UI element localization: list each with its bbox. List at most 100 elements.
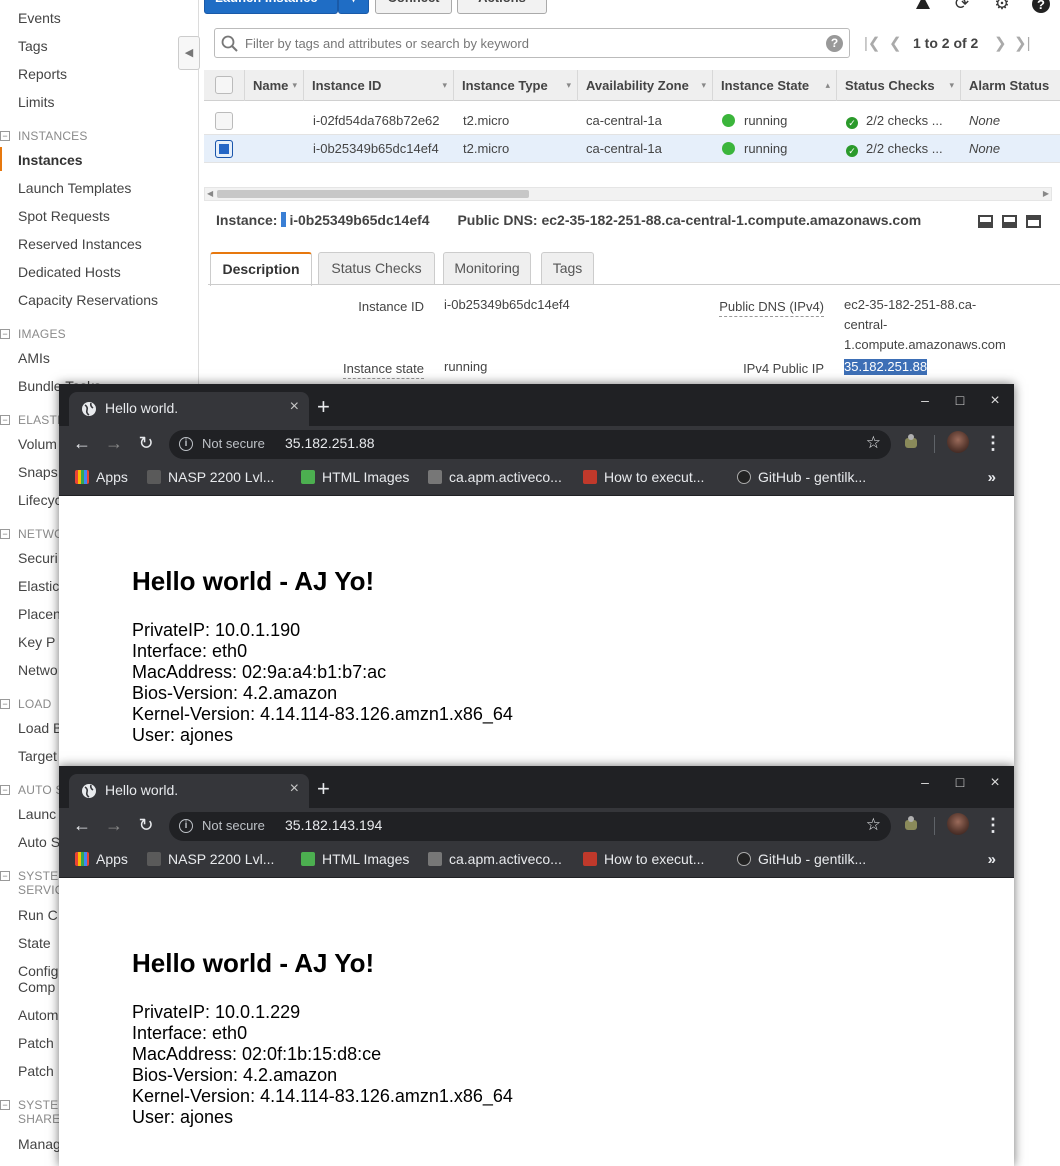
panel-middle-icon[interactable]	[1002, 215, 1017, 228]
minimize-icon[interactable]: –	[915, 392, 935, 408]
bookmark-star-icon[interactable]: ☆	[866, 815, 881, 835]
last-page-icon[interactable]: ❯|	[1014, 34, 1030, 52]
menu-dots-icon[interactable]: ⋮	[984, 814, 1002, 836]
bookmark-how-to-execute[interactable]: How to execut...	[583, 469, 704, 489]
column-header-name[interactable]: Name ▾	[245, 70, 304, 101]
sidebar-item-lifecycle[interactable]: Lifecyc	[18, 492, 62, 508]
sidebar-item-managed-instances[interactable]: Manag	[18, 1136, 61, 1152]
scrollbar-thumb[interactable]	[217, 190, 529, 198]
table-row[interactable]: i-02fd54da768b72e62 t2.micro ca-central-…	[204, 107, 1060, 135]
sidebar-item-amis[interactable]: AMIs	[18, 350, 50, 366]
address-bar[interactable]: i Not secure 35.182.143.194 ☆	[169, 812, 891, 841]
url-text[interactable]: 35.182.251.88	[285, 435, 375, 451]
tab-monitoring[interactable]: Monitoring	[443, 252, 531, 285]
sidebar-item-placement-groups[interactable]: Placen	[18, 606, 61, 622]
bookmark-ca-apm[interactable]: ca.apm.activeco...	[428, 851, 562, 871]
next-page-icon[interactable]: ❯	[994, 34, 1007, 52]
column-header-instance-type[interactable]: Instance Type ▾	[454, 70, 578, 101]
help-icon[interactable]: ?	[1030, 0, 1052, 16]
sidebar-item-spot-requests[interactable]: Spot Requests	[18, 208, 110, 224]
reload-icon[interactable]: ↻	[135, 814, 157, 836]
reload-icon[interactable]: ↻	[135, 432, 157, 454]
flask-icon[interactable]	[912, 0, 934, 16]
forward-icon[interactable]: →	[103, 814, 125, 836]
table-row[interactable]: i-0b25349b65dc14ef4 t2.micro ca-central-…	[204, 135, 1060, 163]
new-tab-icon[interactable]: +	[317, 776, 330, 802]
extension-icon[interactable]	[901, 433, 921, 453]
bookmark-apps[interactable]: Apps	[75, 469, 128, 489]
address-bar[interactable]: i Not secure 35.182.251.88 ☆	[169, 430, 891, 459]
close-tab-icon[interactable]: ×	[290, 398, 299, 416]
sidebar-item-events[interactable]: Events	[18, 10, 61, 26]
close-tab-icon[interactable]: ×	[290, 780, 299, 798]
ipv4-public-ip-value[interactable]: 35.182.251.88	[844, 359, 928, 375]
sidebar-item-launch-configurations[interactable]: Launc	[18, 806, 56, 822]
tab-description[interactable]: Description	[210, 252, 312, 286]
sidebar-item-elastic-ips[interactable]: Elastic	[18, 578, 59, 594]
actions-button[interactable]: Actions	[457, 0, 547, 14]
bookmark-html-images[interactable]: HTML Images	[301, 469, 409, 489]
prev-page-icon[interactable]: ❮	[889, 34, 902, 52]
bookmark-ca-apm[interactable]: ca.apm.activeco...	[428, 469, 562, 489]
scroll-right-icon[interactable]: ▶	[1043, 188, 1049, 200]
back-icon[interactable]: ←	[71, 432, 93, 454]
launch-dropdown-button[interactable]: ▾	[338, 0, 369, 14]
tab-tags[interactable]: Tags	[541, 252, 594, 285]
sidebar-item-security-groups[interactable]: Securi	[18, 550, 58, 566]
close-window-icon[interactable]: ×	[985, 774, 1005, 792]
collapse-toggle-icon[interactable]: −	[0, 1100, 10, 1110]
avatar[interactable]	[947, 813, 969, 835]
avatar[interactable]	[947, 431, 969, 453]
launch-instance-button[interactable]: Launch Instance	[204, 0, 338, 14]
sidebar-item-key-pairs[interactable]: Key P	[18, 634, 55, 650]
column-header-alarm-status[interactable]: Alarm Status	[961, 70, 1060, 101]
extension-icon[interactable]	[901, 815, 921, 835]
collapse-toggle-icon[interactable]: −	[0, 131, 10, 141]
collapse-toggle-icon[interactable]: −	[0, 529, 10, 539]
scroll-left-icon[interactable]: ◀	[207, 188, 213, 200]
connect-button[interactable]: Connect	[375, 0, 452, 14]
sidebar-item-capacity-reservations[interactable]: Capacity Reservations	[18, 292, 158, 308]
column-header-status-checks[interactable]: Status Checks ▾	[837, 70, 961, 101]
sidebar-item-volumes[interactable]: Volum	[18, 436, 57, 452]
sidebar-item-dedicated-hosts[interactable]: Dedicated Hosts	[18, 264, 121, 280]
forward-icon[interactable]: →	[103, 432, 125, 454]
column-header-instance-state[interactable]: Instance State ▴	[713, 70, 837, 101]
column-header-availability-zone[interactable]: Availability Zone ▾	[578, 70, 713, 101]
bookmark-github[interactable]: GitHub - gentilk...	[737, 851, 866, 871]
maximize-icon[interactable]: □	[950, 774, 970, 790]
collapse-toggle-icon[interactable]: −	[0, 871, 10, 881]
sidebar-item-network-interfaces[interactable]: Netwo	[18, 662, 58, 678]
search-input[interactable]	[243, 33, 813, 53]
sidebar-item-state-manager[interactable]: State	[18, 935, 51, 951]
first-page-icon[interactable]: |❮	[864, 34, 880, 52]
sidebar-item-patch-compliance[interactable]: Patch	[18, 1035, 54, 1051]
sidebar-item-snapshots[interactable]: Snaps	[18, 464, 58, 480]
sidebar-item-launch-templates[interactable]: Launch Templates	[18, 180, 131, 196]
sidebar-item-target-groups[interactable]: Target	[18, 748, 57, 764]
tab-status-checks[interactable]: Status Checks	[318, 252, 435, 285]
more-bookmarks-icon[interactable]: »	[988, 851, 996, 868]
collapse-toggle-icon[interactable]: −	[0, 785, 10, 795]
gear-icon[interactable]: ⚙	[991, 0, 1013, 16]
refresh-icon[interactable]: ⟳	[951, 0, 973, 16]
sidebar-item-reports[interactable]: Reports	[18, 66, 67, 82]
menu-dots-icon[interactable]: ⋮	[984, 432, 1002, 454]
close-window-icon[interactable]: ×	[985, 392, 1005, 410]
bookmark-star-icon[interactable]: ☆	[866, 433, 881, 453]
minimize-icon[interactable]: –	[915, 774, 935, 790]
chevron-left-icon[interactable]: ◀	[178, 36, 200, 70]
collapse-toggle-icon[interactable]: −	[0, 415, 10, 425]
bookmark-how-to-execute[interactable]: How to execut...	[583, 851, 704, 871]
sidebar-item-limits[interactable]: Limits	[18, 94, 55, 110]
bookmark-apps[interactable]: Apps	[75, 851, 128, 871]
new-tab-icon[interactable]: +	[317, 394, 330, 420]
maximize-icon[interactable]: □	[950, 392, 970, 408]
horizontal-scrollbar[interactable]: ◀ ▶	[204, 187, 1052, 201]
collapse-toggle-icon[interactable]: −	[0, 329, 10, 339]
row-checkbox[interactable]	[215, 140, 233, 158]
panel-bottom-icon[interactable]	[978, 215, 993, 228]
sidebar-item-patch-baselines[interactable]: Patch	[18, 1063, 54, 1079]
sidebar-item-instances[interactable]: Instances	[18, 152, 83, 168]
sidebar-item-reserved-instances[interactable]: Reserved Instances	[18, 236, 142, 252]
